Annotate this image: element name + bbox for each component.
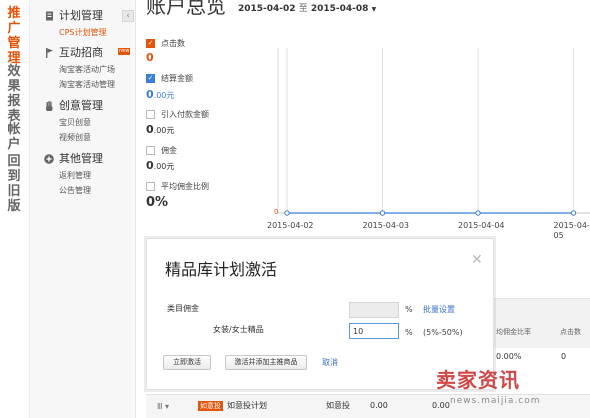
table-cell: 0.00	[370, 401, 388, 410]
data-point[interactable]	[475, 210, 481, 216]
subcategory-commission-input[interactable]	[349, 323, 399, 339]
batch-set-link[interactable]: 批量设置	[423, 305, 455, 315]
activate-button[interactable]: 立即激活	[163, 355, 211, 370]
activate-and-add-button[interactable]: 激活并添加主推商品	[225, 355, 307, 370]
x-tick-label: 2015-04-05	[553, 221, 590, 240]
cancel-link[interactable]: 取消	[322, 358, 338, 368]
column-header-clicks[interactable]: 点击数	[560, 328, 581, 337]
percent-sign: %	[405, 328, 413, 337]
data-point[interactable]	[284, 210, 290, 216]
subcategory-label: 女装/女士精品	[213, 325, 264, 334]
y-tick-label: 0	[274, 208, 279, 216]
x-tick-label: 2015-04-03	[362, 221, 410, 230]
row-menu-icon[interactable]: Ⅲ ▾	[157, 402, 169, 412]
category-commission-label: 类目佣金	[167, 304, 199, 313]
category-commission-input[interactable]	[349, 302, 399, 318]
data-point[interactable]	[570, 210, 577, 216]
plan-name-link[interactable]: 如意投计划	[227, 401, 267, 411]
x-tick-label: 2015-04-02	[267, 221, 314, 230]
ruyitou-tag: 如意投	[198, 401, 223, 411]
dialog-title: 精品库计划激活	[165, 260, 278, 279]
percent-sign: %	[405, 305, 413, 314]
range-hint: (5%-50%)	[423, 328, 463, 337]
watermark-logo: 卖家资讯	[436, 368, 520, 392]
column-header-avg-rate[interactable]: 均佣金比率	[496, 328, 531, 337]
close-icon[interactable]: ✕	[471, 253, 483, 267]
data-point[interactable]	[379, 210, 386, 216]
x-tick-label: 2015-04-04	[458, 221, 505, 230]
table-cell: 如意投	[326, 401, 350, 410]
table-cell: 0.00%	[496, 352, 522, 361]
watermark-url: news.maijia.com	[450, 396, 541, 406]
table-cell: 0.00	[432, 401, 450, 410]
table-cell: 0	[561, 352, 567, 361]
